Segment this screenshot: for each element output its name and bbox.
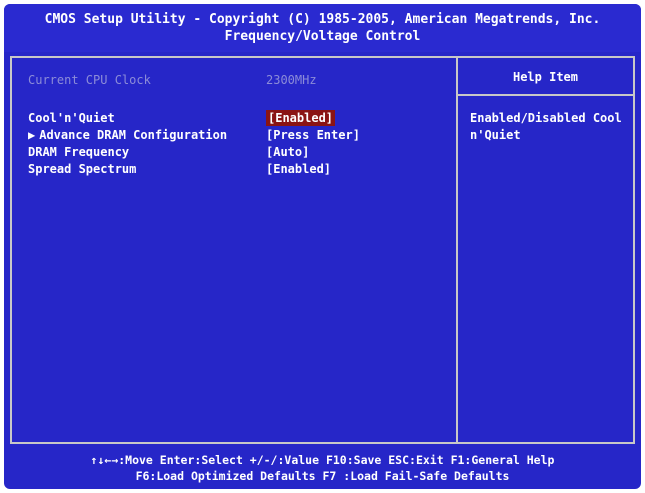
setting-label: Spread Spectrum xyxy=(28,162,137,176)
page-title: Frequency/Voltage Control xyxy=(224,29,421,44)
setting-value[interactable]: [Auto] xyxy=(266,144,309,160)
bios-screen: CMOS Setup Utility - Copyright (C) 1985-… xyxy=(4,4,641,489)
help-text: Enabled/Disabled Cool n'Quiet xyxy=(470,111,622,142)
setting-label: Advance DRAM Configuration xyxy=(39,128,228,142)
help-divider xyxy=(456,94,633,96)
key-legend: ↑↓←→:Move Enter:Select +/-/:Value F10:Sa… xyxy=(10,450,635,486)
key-legend-line-1: ↑↓←→:Move Enter:Select +/-/:Value F10:Sa… xyxy=(90,453,555,467)
setting-value[interactable]: [Enabled] xyxy=(266,161,331,177)
header-copyright: CMOS Setup Utility - Copyright (C) 1985-… xyxy=(44,12,601,27)
panel-divider xyxy=(456,58,458,442)
submenu-label-wrap: ▶ Advance DRAM Configuration xyxy=(28,127,227,143)
header: CMOS Setup Utility - Copyright (C) 1985-… xyxy=(4,4,641,52)
setting-label: Cool'n'Quiet xyxy=(28,111,115,125)
key-legend-line-2: F6:Load Optimized Defaults F7 :Load Fail… xyxy=(135,469,510,483)
setting-label: Current CPU Clock xyxy=(28,73,151,87)
help-title: Help Item xyxy=(512,70,579,84)
setting-value: 2300MHz xyxy=(266,73,317,87)
setting-value-selected[interactable]: [Enabled] xyxy=(266,110,336,126)
settings-panel: Current CPU Clock 2300MHz Cool'n'Quiet [… xyxy=(10,56,635,444)
setting-label: DRAM Frequency xyxy=(28,145,130,159)
triangle-right-icon: ▶ xyxy=(28,128,36,142)
setting-value[interactable]: [Press Enter] xyxy=(266,127,360,143)
